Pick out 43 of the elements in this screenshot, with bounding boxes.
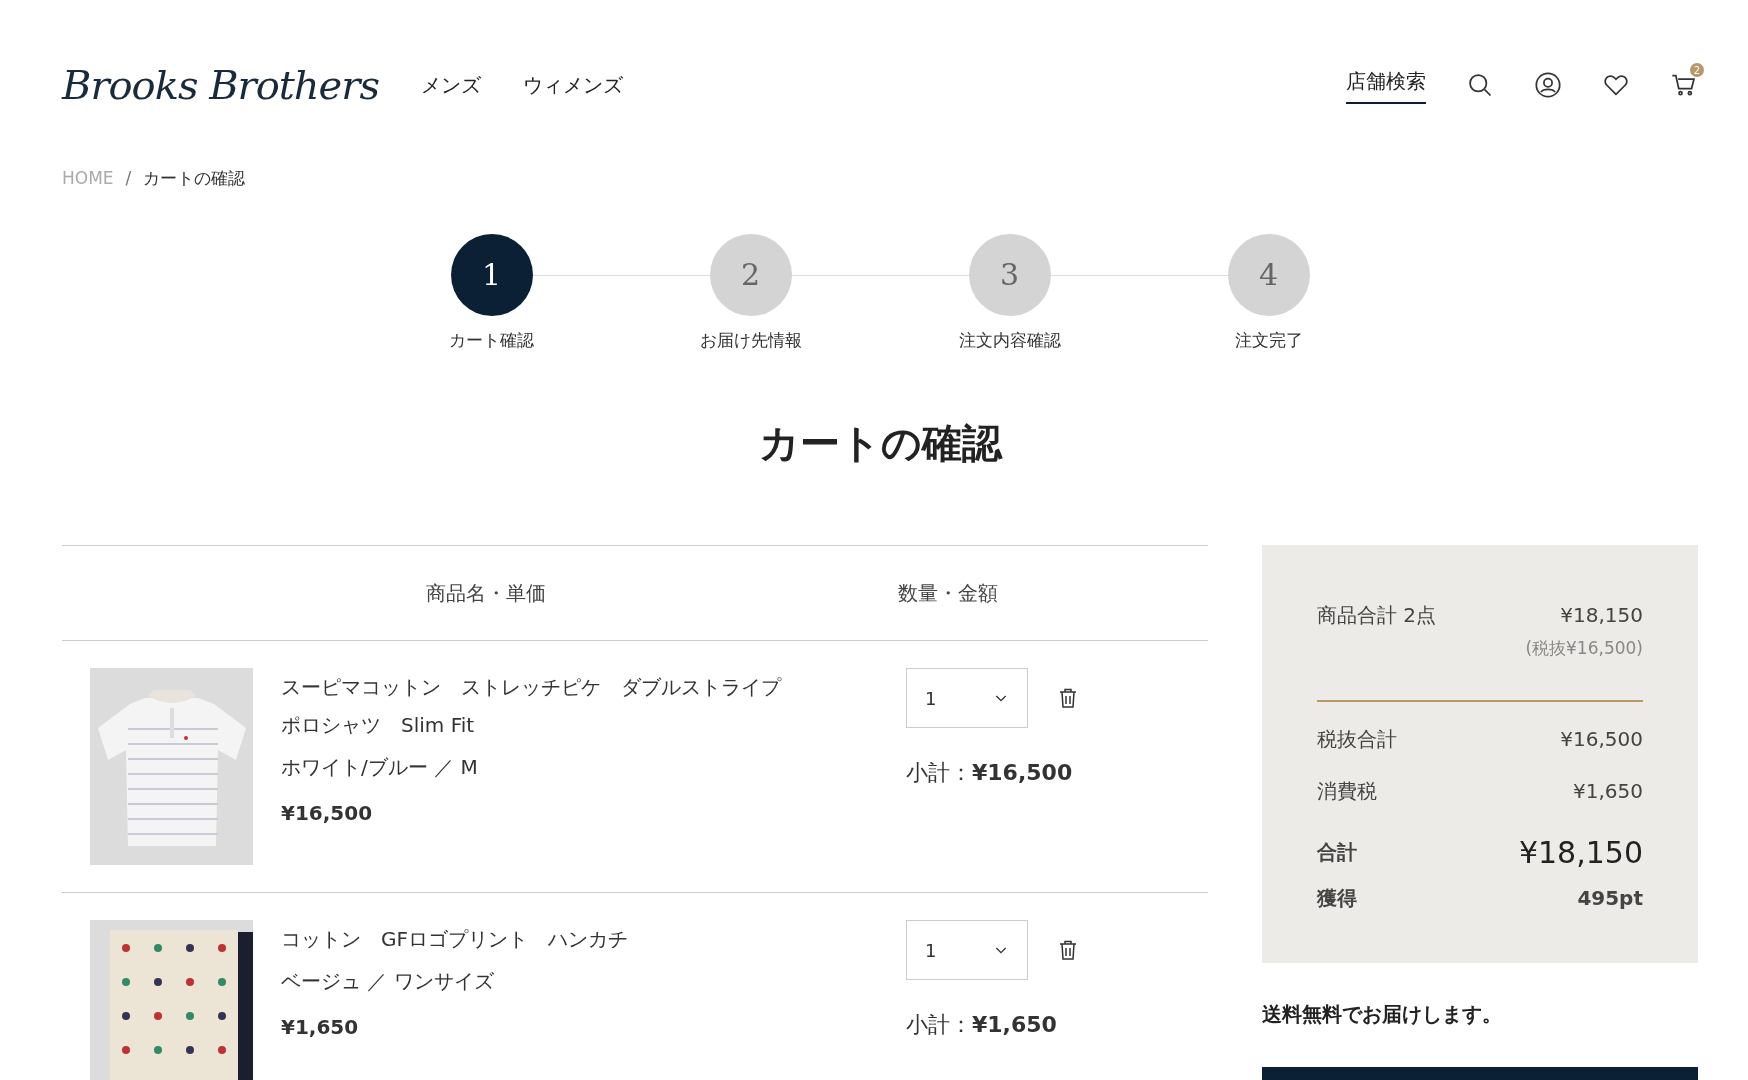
- cart-count-badge: 2: [1690, 63, 1704, 77]
- product-variant: ベージュ ／ ワンサイズ: [281, 968, 495, 995]
- step-label: 注文完了: [1234, 328, 1303, 352]
- product-name[interactable]: スーピマコットン ストレッチピケ ダブルストライプ: [281, 668, 861, 706]
- store-search-link[interactable]: 店舗検索: [1346, 66, 1426, 104]
- summary-value: ¥18,150: [1560, 602, 1643, 629]
- user-icon[interactable]: [1534, 71, 1562, 99]
- nav-link[interactable]: ウィメンズ: [522, 70, 623, 100]
- product-variant: ホワイト/ブルー ／ M: [281, 754, 479, 781]
- summary-value: ¥16,500: [1560, 725, 1643, 753]
- summary-label: 税抜合計: [1317, 725, 1397, 753]
- breadcrumb-separator: /: [125, 168, 132, 188]
- nav-link[interactable]: メンズ: [420, 70, 481, 100]
- step-circle: 3: [968, 233, 1051, 316]
- step-circle: 2: [709, 233, 792, 316]
- summary-label: 商品合計 2点: [1317, 602, 1437, 629]
- product-price: ¥1,650: [281, 1014, 360, 1041]
- step-label: カート確認: [449, 328, 534, 352]
- tax-excluded-note: (税抜¥16,500): [1524, 637, 1643, 660]
- column-header: 商品名・単価: [426, 580, 546, 607]
- step-circle: 4: [1227, 233, 1310, 316]
- summary-value: 495pt: [1577, 884, 1643, 912]
- product-name[interactable]: ポロシャツ Slim Fit: [281, 706, 861, 744]
- step-label: お届け先情報: [699, 328, 802, 352]
- summary-label: 獲得: [1317, 884, 1357, 912]
- column-header: 数量・金額: [898, 580, 998, 607]
- subtotal: 小計：¥1,650: [906, 1011, 1058, 1039]
- subtotal: 小計：¥16,500: [906, 759, 1074, 787]
- product-price: ¥16,500: [281, 800, 374, 827]
- summary-value: ¥1,650: [1573, 777, 1643, 805]
- summary-label: 消費税: [1317, 777, 1377, 805]
- step-circle: 1: [450, 233, 533, 316]
- page-title: カートの確認: [757, 419, 1004, 468]
- logo[interactable]: Brooks Brothers: [62, 55, 379, 115]
- quantity-select[interactable]: 1: [906, 668, 1028, 728]
- breadcrumb-current: カートの確認: [143, 168, 246, 188]
- shipping-note: 送料無料でお届けします。: [1262, 1000, 1503, 1028]
- quantity-select[interactable]: 1: [906, 920, 1028, 980]
- summary-label: 合計: [1317, 839, 1357, 866]
- step-label: 注文内容確認: [958, 328, 1061, 352]
- summary-value: ¥18,150: [1518, 833, 1643, 872]
- search-icon[interactable]: [1466, 71, 1494, 99]
- product-name[interactable]: コットン GFロゴプリント ハンカチ: [281, 920, 861, 958]
